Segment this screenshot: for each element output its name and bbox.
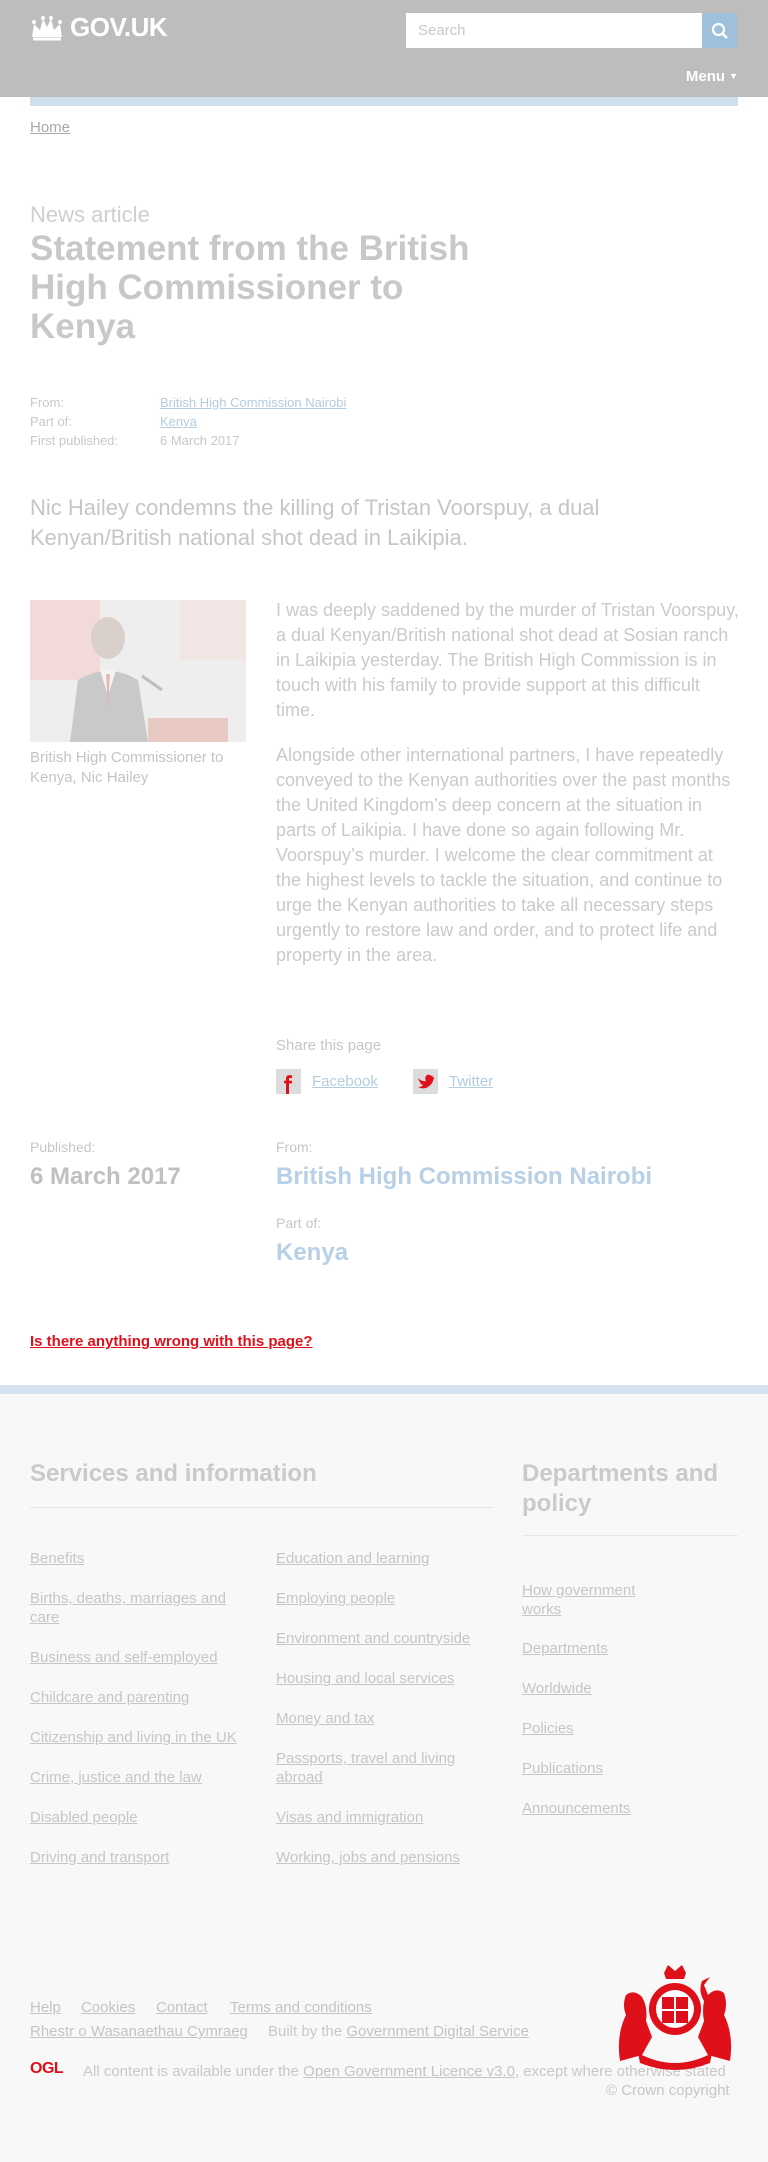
menu-label: Menu — [685, 68, 726, 85]
meta-partof-key: Part of: — [30, 414, 72, 429]
footer-link[interactable]: Announcements — [522, 1800, 630, 1817]
meta-partof-link[interactable]: Kenya — [160, 414, 197, 429]
menu-button[interactable]: Menu ▼ — [686, 68, 738, 85]
body-paragraph: Alongside other international partners, … — [276, 745, 731, 965]
share-facebook-label[interactable]: Facebook — [312, 1073, 378, 1090]
breadcrumb-home-link[interactable]: Home — [30, 119, 70, 136]
ogl-logo: OGL — [30, 2060, 64, 2077]
search-button[interactable] — [702, 13, 737, 48]
site-header: GOV.UK Search Menu ▼ — [0, 0, 768, 97]
logo-text: GOV.UK — [70, 12, 168, 42]
meta-from-key: From: — [30, 395, 64, 410]
divider — [30, 1507, 493, 1508]
partof-label: Part of: — [276, 1215, 322, 1231]
header-accent-bar — [30, 97, 738, 106]
share-facebook[interactable]: Facebook — [276, 1069, 378, 1095]
footer-link[interactable]: Driving and transport — [30, 1849, 169, 1866]
meta-from-link[interactable]: British High Commission Nairobi — [160, 395, 346, 410]
article-image — [30, 600, 246, 742]
footer-cookies-link[interactable]: Cookies — [81, 1999, 135, 2016]
footer-link[interactable]: Benefits — [30, 1550, 84, 1567]
published-label: Published: — [30, 1139, 96, 1155]
search-icon — [711, 22, 728, 39]
article-metadata: From: British High Commission Nairobi Pa… — [30, 393, 346, 450]
report-problem-link[interactable]: Is there anything wrong with this page? — [30, 1333, 313, 1350]
footer-help-link[interactable]: Help — [30, 1999, 61, 2016]
page-title: Statement from the British High Commissi… — [30, 229, 470, 346]
footer-link[interactable]: Citizenship and living in the UK — [30, 1729, 237, 1746]
crown-icon — [32, 15, 62, 40]
footer-link[interactable]: Visas and immigration — [276, 1809, 423, 1826]
departments-heading: Departments and policy — [522, 1460, 719, 1517]
footer-contact-link[interactable]: Contact — [156, 1999, 208, 2016]
facebook-icon — [276, 1069, 301, 1095]
search-form: Search — [406, 13, 737, 48]
share-label: Share this page — [276, 1037, 382, 1054]
services-heading: Services and information — [30, 1460, 317, 1487]
footer-link[interactable]: Money and tax — [276, 1710, 374, 1727]
govuk-logo-link[interactable]: GOV.UK — [30, 12, 168, 43]
share-twitter[interactable]: Twitter — [413, 1069, 493, 1094]
twitter-icon — [413, 1069, 438, 1094]
crown-copyright: © Crown copyright — [606, 2082, 730, 2099]
footer-link[interactable]: Crime, justice and the law — [30, 1769, 202, 1786]
image-caption: British High Commissioner to Kenya, Nic … — [30, 749, 224, 786]
caret-down-icon: ▼ — [729, 71, 738, 81]
footer-link[interactable]: Policies — [522, 1720, 574, 1737]
footer-link[interactable]: Worldwide — [522, 1680, 592, 1697]
footer-link[interactable]: Disabled people — [30, 1809, 138, 1826]
partof-topic-link[interactable]: Kenya — [276, 1239, 348, 1266]
footer-link[interactable]: Housing and local services — [276, 1670, 454, 1687]
footer-link[interactable]: Publications — [522, 1760, 603, 1777]
footer-welsh-link[interactable]: Rhestr o Wasanaethau Cymraeg — [30, 2023, 248, 2040]
published-date: 6 March 2017 — [30, 1163, 181, 1190]
licence-prefix: All content is available under the — [83, 2063, 299, 2080]
footer-link[interactable]: How government works — [522, 1582, 635, 1618]
footer-link[interactable]: Education and learning — [276, 1550, 429, 1567]
footer-link[interactable]: Births, deaths, marriages and care — [30, 1590, 226, 1626]
footer-link[interactable]: Environment and countryside — [276, 1630, 470, 1647]
licence-link[interactable]: Open Government Licence v3.0 — [303, 2063, 515, 2080]
footer-link[interactable]: Working, jobs and pensions — [276, 1849, 460, 1866]
search-input[interactable]: Search — [406, 13, 702, 48]
royal-coat-of-arms[interactable] — [612, 1965, 738, 2070]
footer-link[interactable]: Employing people — [276, 1590, 395, 1607]
footer-link[interactable]: Passports, travel and living abroad — [276, 1750, 455, 1786]
footer-link[interactable]: Departments — [522, 1640, 608, 1657]
built-by-text: Built by the — [268, 2023, 343, 2040]
meta-first-published-value: 6 March 2017 — [160, 433, 240, 448]
gds-link[interactable]: Government Digital Service — [346, 2023, 529, 2040]
article-type: News article — [30, 202, 150, 227]
divider — [522, 1535, 738, 1536]
from-org-link[interactable]: British High Commission Nairobi — [276, 1163, 652, 1190]
article-body: I was deeply saddened by the murder of T… — [276, 598, 741, 988]
share-twitter-label[interactable]: Twitter — [449, 1073, 493, 1090]
footer-link[interactable]: Childcare and parenting — [30, 1689, 189, 1706]
body-paragraph: I was deeply saddened by the murder of T… — [276, 600, 739, 720]
footer-link[interactable]: Business and self-employed — [30, 1649, 218, 1666]
footer-terms-link[interactable]: Terms and conditions — [230, 1999, 372, 2016]
from-label: From: — [276, 1139, 313, 1155]
breadcrumb: Home — [30, 119, 70, 136]
article-summary: Nic Hailey condemns the killing of Trist… — [30, 495, 600, 550]
meta-first-published-key: First published: — [30, 433, 119, 448]
